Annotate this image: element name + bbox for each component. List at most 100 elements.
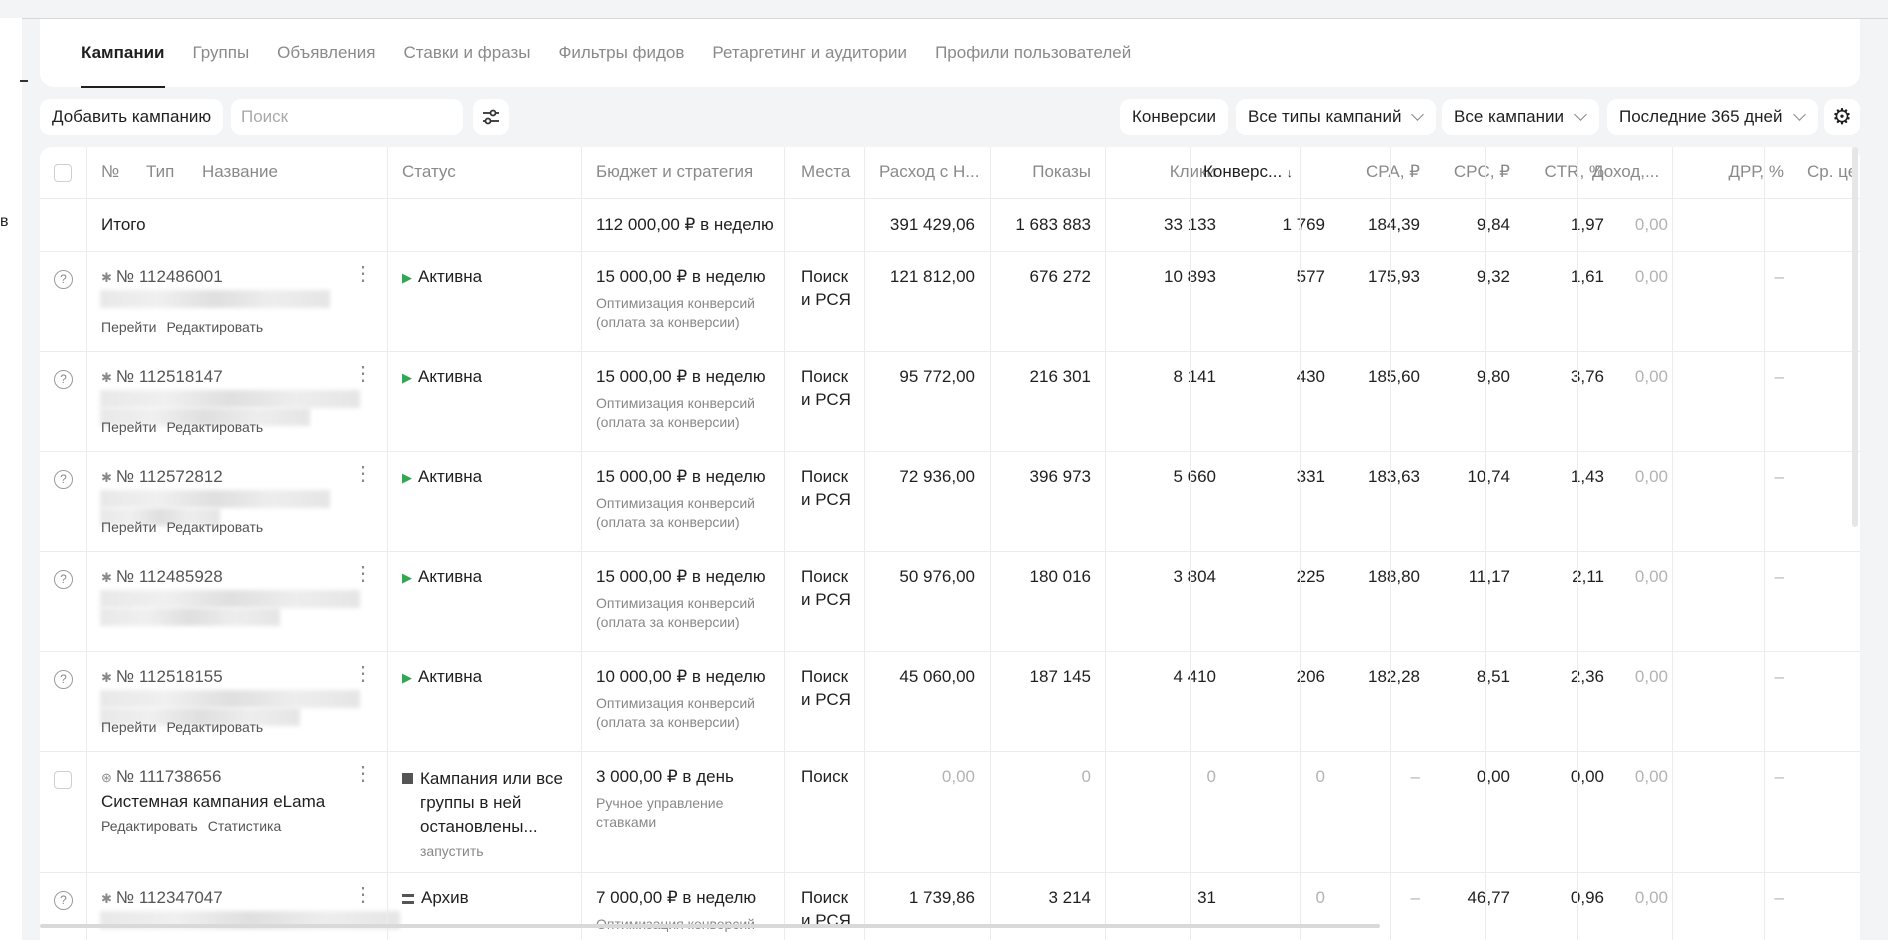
tab-retargeting[interactable]: Ретаргетинг и аудитории (712, 19, 907, 89)
unified-campaign-icon: ✱ (101, 370, 112, 385)
more-menu-icon[interactable]: ⋮ (353, 885, 373, 905)
sort-desc-icon: ↓ (1286, 166, 1293, 180)
col-avg[interactable]: Ср. це (1807, 162, 1857, 182)
conversions-button[interactable]: Конверсии (1120, 99, 1228, 135)
tab-campaigns[interactable]: Кампании (81, 19, 165, 89)
table-row: ? ✱ № 112518147 ⋮ Перейти Редактировать ▶ Актив… (40, 352, 1860, 452)
col-num[interactable]: № (101, 162, 119, 182)
col-spend[interactable]: Расход с Н... (879, 162, 979, 182)
status-active: ▶ Активна (402, 467, 482, 487)
cell-cpc: 0,00 (1476, 767, 1510, 786)
places: Поиск (801, 567, 849, 586)
campaign-number[interactable]: ✱ № 112572812 (101, 467, 223, 487)
col-clicks[interactable]: Клики (1120, 162, 1216, 182)
status-text: Активна (418, 367, 483, 386)
col-cpc[interactable]: CPC, ₽ (1430, 162, 1510, 182)
col-drr[interactable]: ДРР, % (1700, 162, 1784, 182)
col-budget[interactable]: Бюджет и стратегия (596, 162, 753, 182)
cell-income: 0,00 (1634, 667, 1668, 686)
launch-link[interactable]: запустить (420, 842, 484, 861)
row-checkbox[interactable] (54, 771, 72, 789)
campaign-number-text: № 112518147 (115, 367, 223, 386)
col-name[interactable]: Название (202, 162, 278, 182)
open-link[interactable]: Перейти (101, 419, 156, 435)
tab-bids[interactable]: Ставки и фразы (404, 19, 531, 89)
campaign-number[interactable]: ✱ № 112518155 (101, 667, 223, 687)
cell-cpc: 10,74 (1467, 467, 1510, 486)
unified-campaign-icon: ✱ (101, 470, 112, 485)
open-link[interactable]: Перейти (101, 319, 156, 335)
more-menu-icon[interactable]: ⋮ (353, 264, 373, 284)
budget: 3 000,00 ₽ в день (596, 767, 734, 786)
strategy-text: (оплата за конверсии) (596, 714, 740, 730)
total-cpc: 9,84 (1476, 215, 1510, 234)
cell-spend: 1 739,86 (908, 888, 975, 907)
col-places[interactable]: Места (801, 162, 850, 182)
help-icon[interactable]: ? (54, 891, 73, 910)
settings-gear-icon[interactable]: ⚙ (1824, 99, 1860, 135)
tab-ads[interactable]: Объявления (277, 19, 375, 89)
budget: 15 000,00 ₽ в неделю (596, 467, 766, 486)
campaign-name[interactable]: Системная кампания eLama (101, 792, 325, 812)
campaign-number[interactable]: ✱ № 112347047 (101, 888, 223, 908)
total-income: 0,00 (1634, 215, 1668, 234)
col-type[interactable]: Тип (146, 162, 174, 182)
col-impressions[interactable]: Показы (990, 162, 1091, 182)
open-link[interactable]: Перейти (101, 519, 156, 535)
play-icon: ▶ (402, 570, 412, 585)
horizontal-scrollbar[interactable] (40, 924, 1380, 928)
column-divider (1672, 147, 1673, 940)
more-menu-icon[interactable]: ⋮ (353, 764, 373, 784)
campaign-number[interactable]: ✱ № 112485928 (101, 567, 223, 587)
stats-link[interactable]: Статистика (208, 818, 282, 834)
cell-clicks: 10 893 (1164, 267, 1216, 286)
tab-groups[interactable]: Группы (193, 19, 250, 89)
play-icon: ▶ (402, 370, 412, 385)
vertical-scrollbar[interactable] (1852, 147, 1858, 527)
campaign-number[interactable]: ✱ № 112486001 (101, 267, 223, 287)
edit-link[interactable]: Редактировать (166, 519, 263, 535)
edit-link[interactable]: Редактировать (166, 419, 263, 435)
filter-settings-icon[interactable] (473, 99, 509, 135)
add-campaign-button[interactable]: Добавить кампанию (40, 99, 224, 135)
cell-impressions: 0 (1081, 767, 1091, 786)
select-all-checkbox[interactable] (54, 164, 72, 182)
cell-cpa: 188,80 (1368, 567, 1420, 586)
more-menu-icon[interactable]: ⋮ (353, 364, 373, 384)
more-menu-icon[interactable]: ⋮ (353, 464, 373, 484)
status-active: ▶ Активна (402, 267, 482, 287)
help-icon[interactable]: ? (54, 270, 73, 289)
tab-feed-filters[interactable]: Фильтры фидов (558, 19, 684, 89)
campaign-number-text: № 112572812 (115, 467, 223, 486)
col-income[interactable]: Доход,... (1592, 162, 1659, 182)
archive-icon (402, 893, 414, 904)
table-row: ⊛ № 111738656 ⋮ Системная кампания eLama Ред… (40, 752, 1860, 873)
period-dropdown[interactable]: Последние 365 дней (1607, 99, 1818, 135)
campaign-number[interactable]: ⊛ № 111738656 (101, 767, 221, 787)
strategy-text: Оптимизация конверсий (596, 395, 755, 411)
help-icon[interactable]: ? (54, 470, 73, 489)
help-icon[interactable]: ? (54, 670, 73, 689)
edit-link[interactable]: Редактировать (166, 719, 263, 735)
column-divider (990, 147, 991, 940)
cell-impressions: 3 214 (1048, 888, 1091, 907)
total-cpa: 184,39 (1368, 215, 1420, 234)
search-input[interactable] (231, 99, 463, 135)
col-cpa[interactable]: CPA, ₽ (1323, 162, 1420, 182)
help-icon[interactable]: ? (54, 570, 73, 589)
tab-user-profiles[interactable]: Профили пользователей (935, 19, 1131, 89)
more-menu-icon[interactable]: ⋮ (353, 564, 373, 584)
help-icon[interactable]: ? (54, 370, 73, 389)
campaigns-filter-dropdown[interactable]: Все кампании (1442, 99, 1600, 135)
cell-cpa: 182,28 (1368, 667, 1420, 686)
edit-link[interactable]: Редактировать (166, 319, 263, 335)
chevron-down-icon (1792, 108, 1806, 121)
status-text: группы в ней (420, 793, 522, 812)
campaign-types-dropdown[interactable]: Все типы кампаний (1236, 99, 1437, 135)
open-link[interactable]: Перейти (101, 719, 156, 735)
col-conversions[interactable]: Конверс... ↓ (1203, 162, 1293, 182)
more-menu-icon[interactable]: ⋮ (353, 664, 373, 684)
col-status[interactable]: Статус (402, 162, 456, 182)
campaign-number[interactable]: ✱ № 112518147 (101, 367, 223, 387)
edit-link[interactable]: Редактировать (101, 818, 198, 834)
